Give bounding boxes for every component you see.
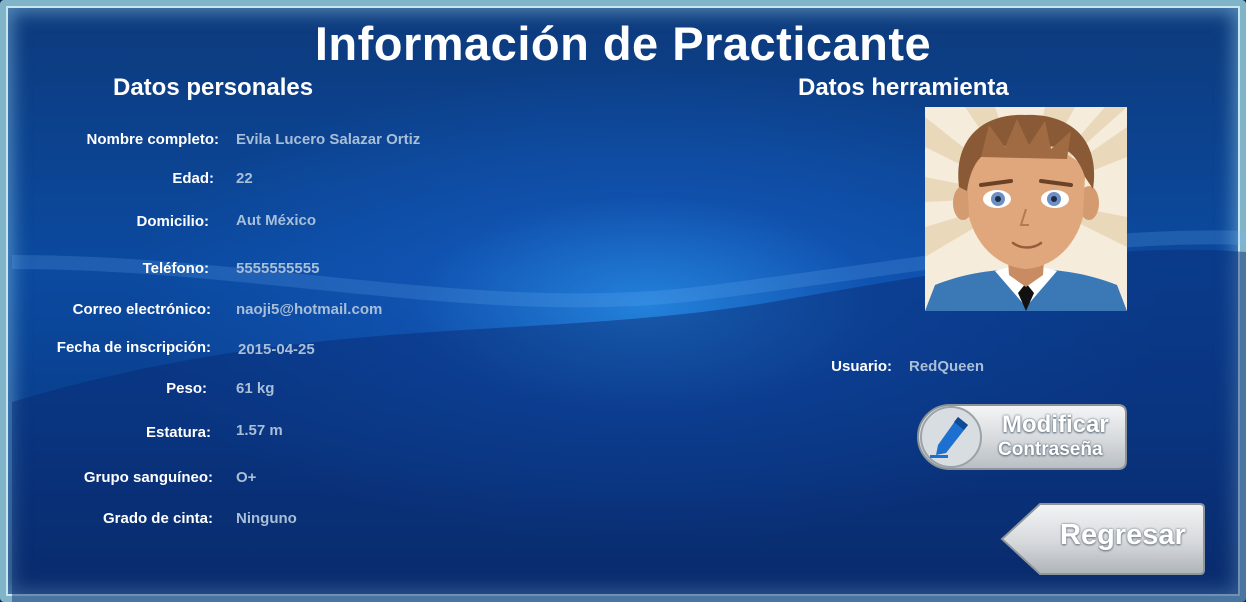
modify-button-label-2: Contraseña [998, 439, 1103, 460]
pencil-icon [930, 417, 968, 458]
back-button-label: Regresar [1060, 519, 1186, 551]
page-title: Información de Practicante [314, 17, 932, 70]
grupo-value: O+ [236, 469, 257, 486]
avatar [925, 107, 1127, 311]
edad-label: Edad: [172, 170, 214, 187]
modify-password-button[interactable]: Modificar Contraseña [916, 403, 1128, 471]
peso-value: 61 kg [236, 380, 275, 397]
cinta-label: Grado de cinta: [102, 510, 213, 527]
nombre-value: Evila Lucero Salazar Ortiz [236, 131, 421, 148]
fecha-label: Fecha de inscripción: [56, 339, 211, 356]
domicilio-value: Aut México [236, 212, 317, 229]
usuario-value: RedQueen [909, 358, 985, 375]
cinta-value: Ninguno [236, 510, 297, 527]
peso-label: Peso: [166, 380, 207, 397]
edad-value: 22 [236, 170, 253, 187]
nombre-label: Nombre completo: [86, 131, 219, 148]
back-button[interactable]: Regresar [1000, 502, 1206, 576]
estatura-value: 1.57 m [236, 422, 283, 439]
fecha-value: 2015-04-25 [238, 341, 315, 358]
modify-button-label-1: Modificar [1002, 411, 1109, 438]
correo-label: Correo electrónico: [72, 301, 211, 318]
usuario-label: Usuario: [831, 358, 892, 375]
telefono-label: Teléfono: [142, 260, 209, 277]
grupo-label: Grupo sanguíneo: [83, 469, 213, 486]
boy-avatar-image [925, 107, 1127, 311]
domicilio-label: Domicilio: [136, 213, 209, 230]
estatura-label: Estatura: [145, 424, 211, 441]
correo-value: naoji5@hotmail.com [236, 301, 383, 318]
personal-section-title: Datos personales [113, 74, 314, 101]
tool-section-title: Datos herramienta [798, 74, 1009, 101]
telefono-value: 5555555555 [236, 260, 320, 277]
